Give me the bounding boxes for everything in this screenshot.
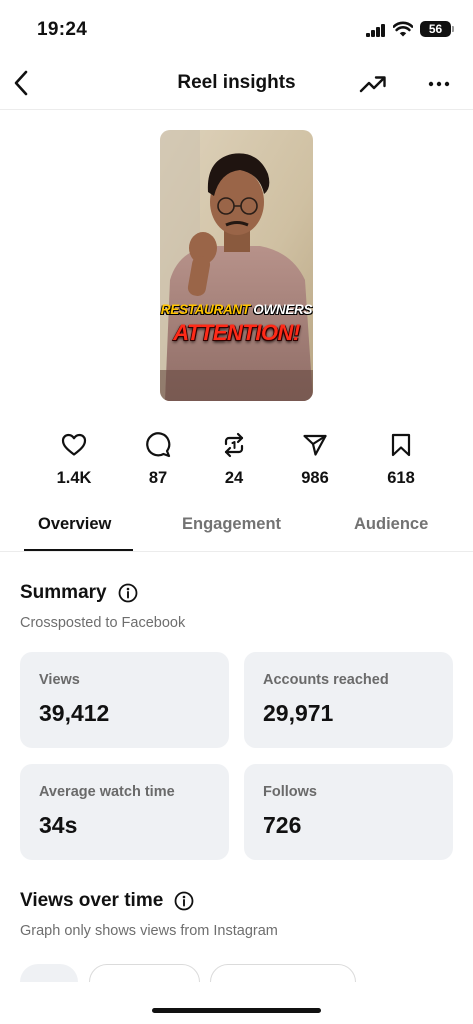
bottom-bar xyxy=(0,982,473,1024)
summary-subtitle: Crossposted to Facebook xyxy=(20,615,186,631)
views-over-time-subtitle: Graph only shows views from Instagram xyxy=(20,923,278,939)
reel-overlay-text-bottom: ATTENTION! xyxy=(173,320,300,345)
comment-icon xyxy=(146,432,171,458)
stat-saves[interactable]: 618 xyxy=(371,432,431,488)
wifi-icon xyxy=(392,21,414,37)
metric-value: 29,971 xyxy=(263,700,334,726)
views-over-time-title: Views over time xyxy=(20,890,164,911)
metric-value: 34s xyxy=(39,812,78,838)
header: Reel insights xyxy=(0,56,473,110)
battery-icon: 56 xyxy=(420,21,454,37)
stat-saves-value: 618 xyxy=(387,469,415,487)
metric-label: Views xyxy=(39,672,80,688)
heart-icon xyxy=(61,433,87,456)
reel-overlay-word-2: OWNERS xyxy=(253,302,313,317)
repost-icon xyxy=(224,432,244,458)
page-title: Reel insights xyxy=(177,72,296,93)
tab-engagement[interactable]: Engagement xyxy=(182,515,281,534)
bookmark-icon xyxy=(391,433,411,457)
info-icon[interactable] xyxy=(118,583,138,603)
more-options-button[interactable] xyxy=(424,70,454,98)
battery-level: 56 xyxy=(428,22,443,36)
cellular-signal-icon xyxy=(366,24,386,37)
reel-overlay-text-top: RESTAURANT OWNERS xyxy=(160,302,313,318)
metric-label: Average watch time xyxy=(39,784,175,800)
status-bar: 19:24 56 xyxy=(0,0,473,56)
trends-button[interactable] xyxy=(358,70,388,98)
insights-tabs: Overview Engagement Audience xyxy=(0,505,473,552)
tab-audience[interactable]: Audience xyxy=(354,515,428,534)
reel-overlay-word-1: RESTAURANT xyxy=(160,302,250,317)
stat-likes-value: 1.4K xyxy=(56,469,92,487)
reel-thumbnail[interactable]: RESTAURANT OWNERS ATTENTION! xyxy=(160,130,313,401)
active-tab-indicator xyxy=(24,549,133,551)
stat-reposts-value: 24 xyxy=(224,469,244,487)
stat-shares-value: 986 xyxy=(301,469,329,487)
status-time: 19:24 xyxy=(37,19,88,40)
home-indicator xyxy=(152,1008,321,1013)
stat-comments-value: 87 xyxy=(148,469,168,487)
stat-shares[interactable]: 986 xyxy=(285,432,345,488)
metric-label: Follows xyxy=(263,784,317,800)
trending-up-icon xyxy=(359,76,386,93)
views-over-time-section-title: Views over time xyxy=(20,890,194,912)
metric-card-accounts-reached[interactable]: Accounts reached 29,971 xyxy=(244,652,453,748)
tab-overview[interactable]: Overview xyxy=(38,515,111,534)
metric-value: 726 xyxy=(263,812,302,838)
more-horizontal-icon xyxy=(428,81,450,87)
stat-reposts[interactable]: 24 xyxy=(204,432,264,488)
metric-card-average-watch-time[interactable]: Average watch time 34s xyxy=(20,764,229,860)
summary-title: Summary xyxy=(20,582,107,603)
summary-section-title: Summary xyxy=(20,582,138,604)
metric-card-follows[interactable]: Follows 726 xyxy=(244,764,453,860)
stat-likes[interactable]: 1.4K xyxy=(44,432,104,488)
info-icon[interactable] xyxy=(174,891,194,911)
metric-card-views[interactable]: Views 39,412 xyxy=(20,652,229,748)
stat-comments[interactable]: 87 xyxy=(128,432,188,488)
metric-label: Accounts reached xyxy=(263,672,389,688)
reel-preview-image xyxy=(160,130,313,401)
metric-value: 39,412 xyxy=(39,700,110,726)
share-icon xyxy=(303,434,327,456)
